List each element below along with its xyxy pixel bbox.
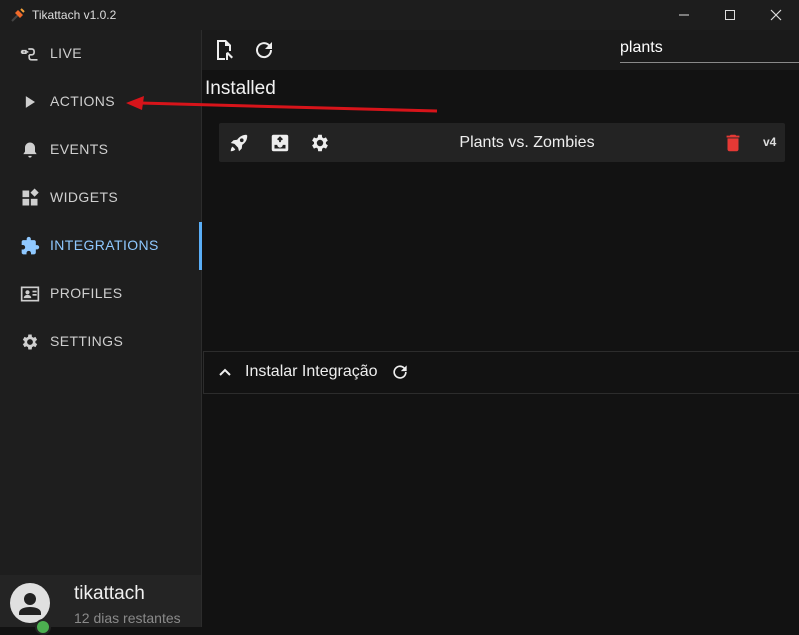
subscription-remaining: 12 dias restantes xyxy=(74,610,181,626)
app-logo-icon xyxy=(11,8,25,22)
sidebar: LIVE ACTIONS EVENTS WIDGETS INTEGRATIONS xyxy=(0,30,202,635)
bell-icon xyxy=(23,142,37,158)
import-file-icon[interactable] xyxy=(212,38,236,62)
refresh-icon[interactable] xyxy=(390,362,410,382)
integration-name: Plants vs. Zombies xyxy=(459,134,595,151)
search-input[interactable] xyxy=(620,34,799,63)
refresh-icon[interactable] xyxy=(252,38,276,62)
delete-icon[interactable] xyxy=(722,132,744,154)
widgets-icon xyxy=(22,188,39,206)
integration-version: v4 xyxy=(763,135,777,149)
install-integration-expander[interactable]: Instalar Integração xyxy=(203,351,799,394)
integration-row: Plants vs. Zombies v4 xyxy=(219,123,785,162)
sidebar-item-label: ACTIONS xyxy=(50,93,116,109)
sidebar-item-settings[interactable]: SETTINGS xyxy=(0,318,201,366)
sidebar-item-actions[interactable]: ACTIONS xyxy=(0,78,201,126)
online-status-indicator xyxy=(35,619,51,635)
sidebar-item-label: WIDGETS xyxy=(50,189,119,205)
plug-icon xyxy=(20,48,38,61)
maximize-button[interactable] xyxy=(707,0,753,30)
toolbar xyxy=(202,30,799,70)
title-bar: Tikattach v1.0.2 xyxy=(0,0,799,30)
maximize-icon xyxy=(725,10,735,20)
user-name: tikattach xyxy=(74,583,145,604)
gear-icon[interactable] xyxy=(309,132,331,154)
rocket-icon[interactable] xyxy=(228,132,250,154)
sidebar-item-label: PROFILES xyxy=(50,285,123,301)
close-icon xyxy=(770,9,782,21)
gear-icon xyxy=(22,334,38,350)
sidebar-item-events[interactable]: EVENTS xyxy=(0,126,201,174)
active-indicator xyxy=(199,222,202,270)
sidebar-item-live[interactable]: LIVE xyxy=(0,30,201,78)
play-icon xyxy=(25,96,35,108)
close-button[interactable] xyxy=(753,0,799,30)
sidebar-item-label: SETTINGS xyxy=(50,333,124,349)
sidebar-item-label: INTEGRATIONS xyxy=(50,237,159,253)
sidebar-item-label: LIVE xyxy=(50,45,82,61)
avatar xyxy=(10,583,50,623)
sidebar-item-label: EVENTS xyxy=(50,141,109,157)
installed-title: Installed xyxy=(205,78,276,99)
person-icon xyxy=(19,593,41,615)
sidebar-item-integrations[interactable]: INTEGRATIONS xyxy=(0,222,202,270)
sidebar-item-profiles[interactable]: PROFILES xyxy=(0,270,201,318)
puzzle-icon xyxy=(21,236,40,255)
profile-card-icon xyxy=(20,286,40,302)
user-profile[interactable]: tikattach 12 dias restantes xyxy=(0,575,201,635)
minimize-icon xyxy=(679,14,689,16)
install-integration-label: Instalar Integração xyxy=(245,363,378,380)
sidebar-item-widgets[interactable]: WIDGETS xyxy=(0,174,201,222)
chevron-up-icon xyxy=(219,368,231,376)
minimize-button[interactable] xyxy=(661,0,707,30)
window-title: Tikattach v1.0.2 xyxy=(32,8,117,22)
install-icon[interactable] xyxy=(269,132,291,154)
